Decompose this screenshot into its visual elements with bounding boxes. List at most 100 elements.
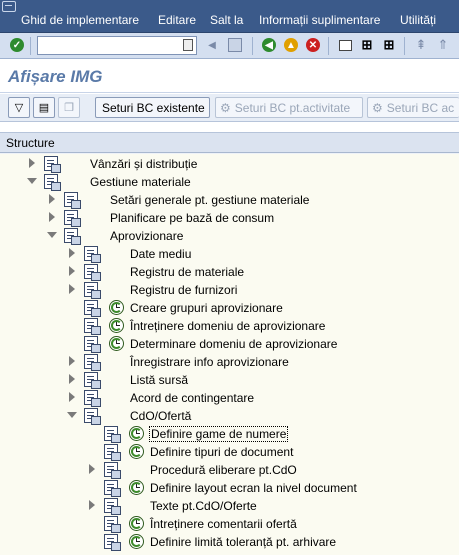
expand-node-icon[interactable]: [47, 212, 57, 222]
cancel-icon[interactable]: ✕: [304, 36, 322, 54]
execute-activity-icon[interactable]: [109, 300, 124, 315]
documentation-icon[interactable]: [84, 354, 101, 371]
tree-node[interactable]: CdO/Ofertă: [0, 407, 459, 425]
documentation-icon[interactable]: [84, 264, 101, 281]
tree-node-label[interactable]: Procedură eliberare pt.CdO: [150, 463, 297, 477]
tree-node[interactable]: Procedură eliberare pt.CdO: [0, 461, 459, 479]
tree-node-label[interactable]: Creare grupuri aprovizionare: [130, 301, 283, 315]
tree-node-label[interactable]: Setări generale pt. gestiune materiale: [110, 193, 309, 207]
first-page-icon[interactable]: ⇞: [412, 36, 430, 54]
tree-node[interactable]: Acord de contingentare: [0, 389, 459, 407]
documentation-icon[interactable]: [84, 300, 101, 317]
expand-node-icon[interactable]: [67, 356, 77, 366]
tree-node-label[interactable]: Gestiune materiale: [90, 175, 191, 189]
documentation-icon[interactable]: [84, 390, 101, 407]
tree-node-label[interactable]: Înregistrare info aprovizionare: [130, 355, 289, 369]
tree-node-label[interactable]: Date mediu: [130, 247, 191, 261]
tree-node-label[interactable]: Determinare domeniu de aprovizionare: [130, 337, 337, 351]
tree-node-label[interactable]: Întreținere domeniu de aprovizionare: [130, 319, 325, 333]
documentation-icon[interactable]: [104, 498, 121, 515]
menu-editare[interactable]: Editare: [158, 13, 196, 27]
previous-page-icon[interactable]: ⇑: [434, 36, 452, 54]
menu-ghid-de-implementare[interactable]: Ghid de implementare: [21, 13, 139, 27]
tree-node-label[interactable]: Definire limită toleranță pt. arhivare: [150, 535, 336, 549]
tree-node-label[interactable]: Acord de contingentare: [130, 391, 254, 405]
documentation-icon[interactable]: [44, 174, 61, 191]
tree-node[interactable]: Creare grupuri aprovizionare: [0, 299, 459, 317]
documentation-icon[interactable]: [84, 246, 101, 263]
tree-node-label[interactable]: Planificare pe bază de consum: [110, 211, 274, 225]
execute-activity-icon[interactable]: [129, 516, 144, 531]
tree-node[interactable]: Determinare domeniu de aprovizionare: [0, 335, 459, 353]
documentation-icon[interactable]: [44, 156, 61, 173]
expand-node-icon[interactable]: [67, 248, 77, 258]
tree-node[interactable]: Setări generale pt. gestiune materiale: [0, 191, 459, 209]
bc-sets-existing-button[interactable]: Seturi BC existente: [95, 97, 210, 118]
expand-node-icon[interactable]: [47, 194, 57, 204]
tree-node-label[interactable]: Aprovizionare: [110, 229, 183, 243]
documentation-icon[interactable]: [64, 192, 81, 209]
tree-node-label[interactable]: CdO/Ofertă: [130, 409, 191, 423]
tree-node[interactable]: Întreținere domeniu de aprovizionare: [0, 317, 459, 335]
tree-node[interactable]: Definire game de numere: [0, 425, 459, 443]
documentation-icon[interactable]: [104, 516, 121, 533]
tree-node[interactable]: Definire limită toleranță pt. arhivare: [0, 533, 459, 551]
documentation-icon[interactable]: [64, 210, 81, 227]
documentation-icon[interactable]: [104, 426, 121, 443]
tree-node-label[interactable]: Definire game de numere: [148, 426, 289, 442]
system-menu-icon[interactable]: [2, 1, 16, 12]
documentation-icon[interactable]: [104, 462, 121, 479]
menu-salt-la[interactable]: Salt la: [210, 13, 243, 27]
tree-node[interactable]: Listă sursă: [0, 371, 459, 389]
collapse-node-icon[interactable]: [27, 176, 37, 186]
tree-node[interactable]: Vânzări și distribuție: [0, 155, 459, 173]
command-history-icon[interactable]: [183, 39, 193, 51]
expand-node-icon[interactable]: [67, 266, 77, 276]
tree-node[interactable]: Definire layout ecran la nivel document: [0, 479, 459, 497]
tree-node[interactable]: Înregistrare info aprovizionare: [0, 353, 459, 371]
documentation-icon[interactable]: [84, 318, 101, 335]
expand-node-icon[interactable]: [87, 464, 97, 474]
find-icon[interactable]: ⊞: [358, 36, 376, 54]
documentation-icon[interactable]: [104, 534, 121, 551]
collapse-node-icon[interactable]: [47, 230, 57, 240]
tree-node-label[interactable]: Registru de furnizori: [130, 283, 237, 297]
documentation-icon[interactable]: [84, 336, 101, 353]
tree-node[interactable]: Definire tipuri de document: [0, 443, 459, 461]
documentation-icon[interactable]: [104, 480, 121, 497]
documentation-icon[interactable]: [84, 282, 101, 299]
back-icon[interactable]: ◀: [260, 36, 278, 54]
tree-node-label[interactable]: Definire layout ecran la nivel document: [150, 481, 357, 495]
tree-node-label[interactable]: Întreținere comentarii ofertă: [150, 517, 297, 531]
menu-informatii-suplimentare[interactable]: Informații suplimentare: [259, 13, 380, 27]
save-icon[interactable]: [226, 36, 244, 54]
print-icon[interactable]: [336, 36, 354, 54]
find-next-icon[interactable]: ⊞: [380, 36, 398, 54]
command-field[interactable]: [37, 36, 197, 55]
expand-node-icon[interactable]: [67, 374, 77, 384]
tree-node[interactable]: Planificare pe bază de consum: [0, 209, 459, 227]
documentation-icon[interactable]: [104, 444, 121, 461]
documentation-icon[interactable]: [84, 372, 101, 389]
collapse-node-icon[interactable]: [67, 410, 77, 420]
copy-icon[interactable]: ❐: [58, 97, 80, 118]
tree-node[interactable]: Date mediu: [0, 245, 459, 263]
tree-node-label[interactable]: Vânzări și distribuție: [90, 157, 197, 171]
tree-node[interactable]: Texte pt.CdO/Oferte: [0, 497, 459, 515]
exit-icon[interactable]: ▲: [282, 36, 300, 54]
execute-activity-icon[interactable]: [129, 444, 144, 459]
tree-node[interactable]: Registru de materiale: [0, 263, 459, 281]
collapse-icon[interactable]: ◀: [203, 36, 221, 54]
expand-node-icon[interactable]: [67, 284, 77, 294]
bc-sets-activity-button[interactable]: ⚙ Seturi BC pt.activitate: [215, 97, 363, 118]
expand-node-icon[interactable]: [27, 158, 37, 168]
enter-icon[interactable]: ✓: [8, 36, 26, 54]
expand-node-icon[interactable]: [67, 392, 77, 402]
documentation-icon[interactable]: ▤: [33, 97, 55, 118]
execute-activity-icon[interactable]: [109, 318, 124, 333]
tree-node-label[interactable]: Registru de materiale: [130, 265, 244, 279]
tree-node-label[interactable]: Listă sursă: [130, 373, 188, 387]
tree-node-label[interactable]: Definire tipuri de document: [150, 445, 293, 459]
tree-node[interactable]: Aprovizionare: [0, 227, 459, 245]
tree-node[interactable]: Întreținere comentarii ofertă: [0, 515, 459, 533]
